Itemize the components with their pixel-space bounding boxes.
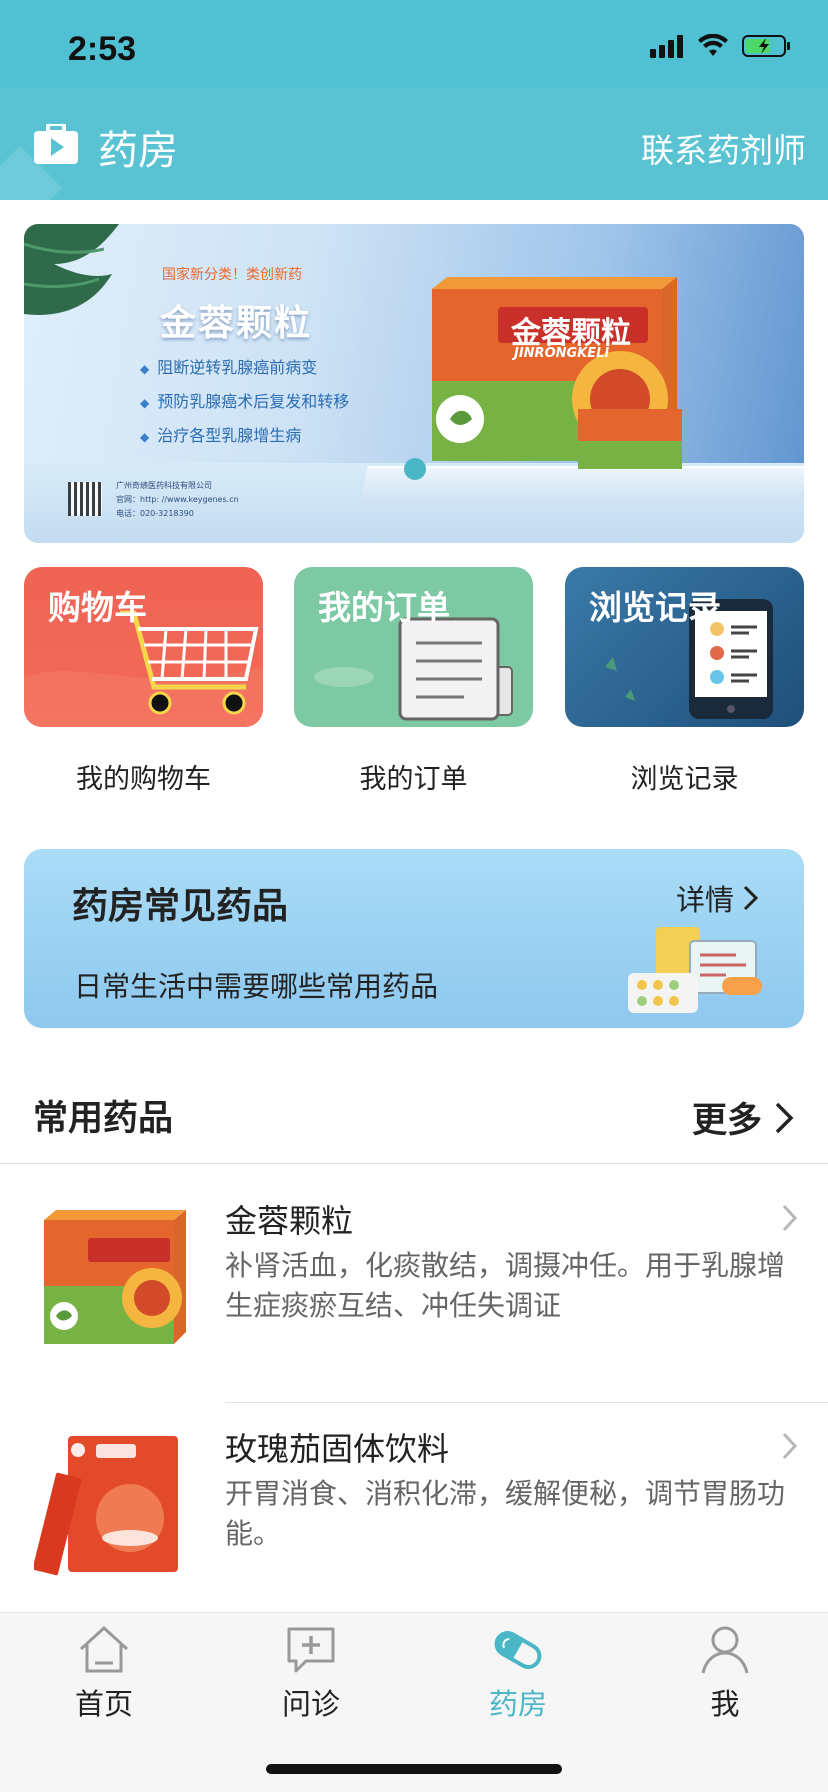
banner-platform bbox=[360, 466, 804, 502]
feature-details-label: 详情 bbox=[675, 883, 734, 917]
feature-title: 药房常见药品 bbox=[72, 886, 289, 927]
app-header: 药房 联系药剂师 bbox=[0, 88, 828, 200]
wifi-icon bbox=[698, 34, 728, 56]
company-phone: 电话：020-3218390 bbox=[116, 509, 194, 518]
company-name: 广州奇绩医药科技有限公司 bbox=[116, 481, 212, 490]
section-more-link[interactable]: 更多 bbox=[692, 1092, 794, 1143]
banner-company-info: 广州奇绩医药科技有限公司 官网：http: //www.keygenes.cn … bbox=[116, 479, 239, 521]
product-thumbnail bbox=[44, 1210, 186, 1344]
product-item[interactable]: 玫瑰茄固体饮料 开胃消食、消积化滞，缓解便秘，调节胃肠功能。 bbox=[0, 1408, 828, 1608]
tab-home[interactable]: 首页 bbox=[34, 1623, 174, 1723]
banner-point: 阻断逆转乳腺癌前病变 bbox=[140, 354, 349, 378]
product-description: 开胃消食、消积化滞，缓解便秘，调节胃肠功能。 bbox=[225, 1477, 786, 1550]
common-medicines-card[interactable]: 药房常见药品 日常生活中需要哪些常用药品 详情 bbox=[24, 849, 804, 1028]
consult-chat-icon bbox=[287, 1627, 335, 1673]
cart-caption: 我的购物车 bbox=[76, 764, 211, 795]
contact-pharmacist-button[interactable]: 联系药剂师 bbox=[641, 124, 806, 172]
qr-code-icon bbox=[68, 482, 102, 516]
entry-orders[interactable]: 我的订单 我的订单 bbox=[294, 567, 533, 796]
chevron-right-icon bbox=[782, 1432, 798, 1460]
history-caption: 浏览记录 bbox=[630, 764, 739, 795]
history-card-title: 浏览记录 bbox=[589, 588, 721, 627]
banner-title: 金蓉颗粒 bbox=[160, 303, 313, 344]
entry-history[interactable]: 浏览记录 浏览记录 bbox=[565, 567, 804, 796]
order-card-title: 我的订单 bbox=[318, 588, 450, 627]
page-title: 药房 bbox=[98, 128, 178, 174]
banner-box-subtitle: JINRONGKELI bbox=[514, 346, 610, 361]
history-card[interactable]: 浏览记录 bbox=[565, 567, 804, 727]
banner-points: 阻断逆转乳腺癌前病变 预防乳腺癌术后复发和转移 治疗各型乳腺增生病 bbox=[140, 354, 349, 456]
cart-card-title: 购物车 bbox=[48, 588, 147, 627]
user-profile-icon bbox=[701, 1626, 749, 1674]
leaf-decoration-icon bbox=[24, 224, 119, 315]
tab-me-label: 我 bbox=[710, 1687, 740, 1721]
pill-capsule-icon bbox=[494, 1631, 542, 1669]
product-name: 金蓉颗粒 bbox=[225, 1202, 354, 1240]
tab-consult[interactable]: 问诊 bbox=[241, 1623, 381, 1723]
product-name: 玫瑰茄固体饮料 bbox=[225, 1430, 450, 1468]
product-description: 补肾活血，化痰散结，调摄冲任。用于乳腺增生症痰瘀互结、冲任失调证 bbox=[225, 1249, 786, 1322]
chevron-right-icon bbox=[743, 885, 759, 911]
banner-point: 预防乳腺癌术后复发和转移 bbox=[140, 388, 349, 412]
banner-tag: 国家新分类！类创新药 bbox=[162, 267, 302, 283]
home-icon bbox=[79, 1626, 129, 1673]
tab-pharmacy-label: 药房 bbox=[488, 1687, 547, 1721]
entry-cart[interactable]: 购物车 我的购物车 bbox=[24, 567, 263, 796]
banner-point: 治疗各型乳腺增生病 bbox=[140, 422, 349, 446]
battery-icon bbox=[742, 35, 790, 57]
section-more-label: 更多 bbox=[691, 1101, 762, 1141]
signal-icon bbox=[650, 35, 683, 58]
status-time: 2:53 bbox=[68, 30, 137, 68]
divider bbox=[225, 1402, 828, 1403]
status-icons bbox=[650, 34, 792, 58]
medicine-illustration-icon bbox=[628, 927, 762, 1013]
home-indicator[interactable] bbox=[266, 1764, 562, 1774]
order-caption: 我的订单 bbox=[359, 764, 468, 795]
feature-subtitle: 日常生活中需要哪些常用药品 bbox=[74, 970, 439, 1003]
cart-card[interactable]: 购物车 bbox=[24, 567, 263, 727]
section-title: 常用药品 bbox=[33, 1099, 174, 1139]
quick-entries: 购物车 我的购物车 我的订单 我的订单 浏览记录 浏览记录 bbox=[24, 567, 804, 797]
medical-bag-icon bbox=[34, 124, 78, 164]
chevron-right-icon bbox=[782, 1204, 798, 1232]
product-thumbnail bbox=[34, 1436, 178, 1576]
feature-details-link[interactable]: 详情 bbox=[676, 877, 760, 919]
order-card[interactable]: 我的订单 bbox=[294, 567, 533, 727]
promo-banner[interactable]: 国家新分类！类创新药 金蓉颗粒 阻断逆转乳腺癌前病变 预防乳腺癌术后复发和转移 … bbox=[24, 224, 804, 543]
company-website: 官网：http: //www.keygenes.cn bbox=[116, 495, 239, 504]
tab-me[interactable]: 我 bbox=[655, 1623, 795, 1723]
product-item[interactable]: 金蓉颗粒 补肾活血，化痰散结，调摄冲任。用于乳腺增生症痰瘀互结、冲任失调证 bbox=[0, 1180, 828, 1380]
product-box-image bbox=[432, 277, 682, 469]
chevron-right-icon bbox=[775, 1102, 794, 1133]
tab-pharmacy[interactable]: 药房 bbox=[448, 1623, 588, 1723]
carousel-indicator[interactable] bbox=[404, 458, 426, 480]
tab-home-label: 首页 bbox=[74, 1687, 133, 1721]
tab-consult-label: 问诊 bbox=[281, 1687, 340, 1721]
status-bar: 2:53 bbox=[0, 0, 828, 88]
common-drugs-header: 常用药品 更多 bbox=[0, 1078, 828, 1164]
